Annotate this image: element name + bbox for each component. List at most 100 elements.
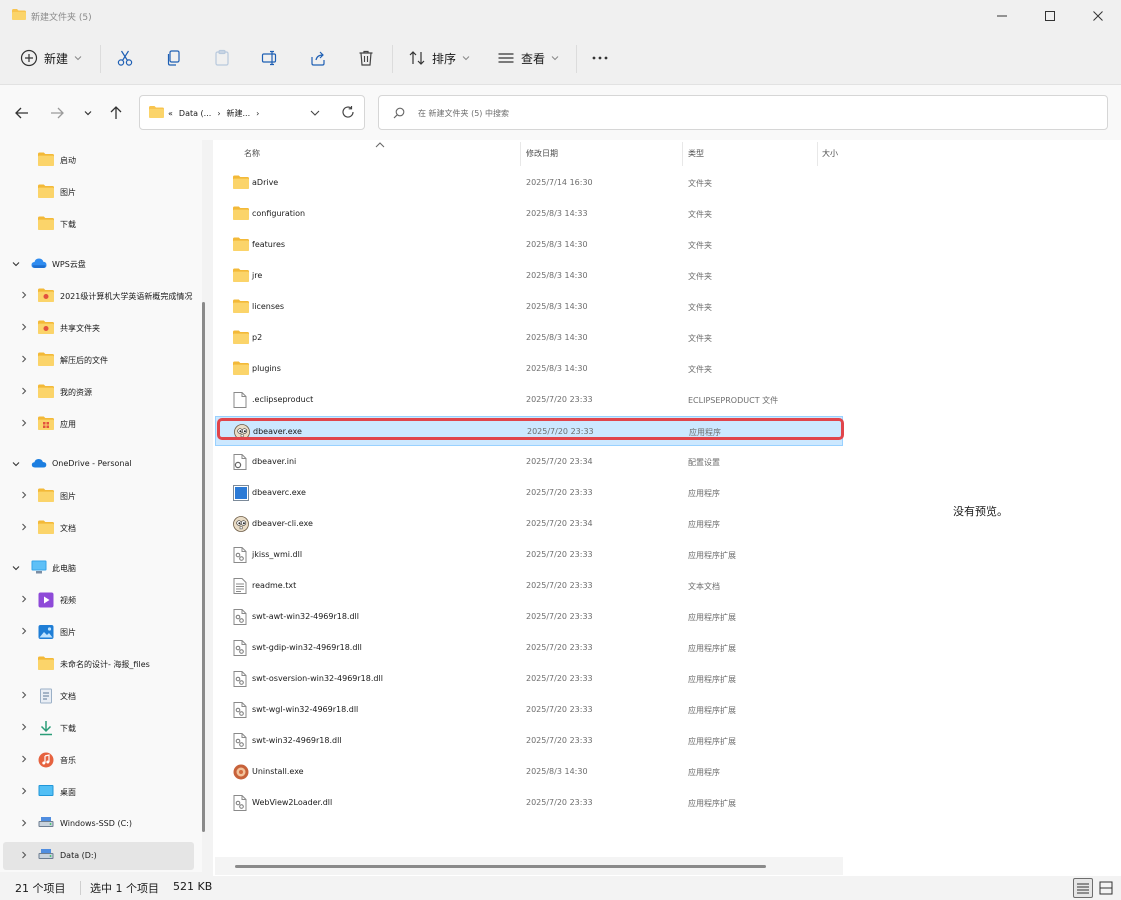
refresh-icon[interactable] (341, 105, 355, 119)
sidebar-item[interactable]: 文档 (3, 682, 194, 710)
file-row[interactable]: swt-awt-win32-4969r18.dll 2025/7/20 23:33… (215, 602, 843, 632)
back-button[interactable] (13, 104, 31, 122)
sidebar-item[interactable]: 图片 (3, 178, 194, 206)
file-row[interactable]: p2 2025/8/3 14:30 文件夹 (215, 323, 843, 353)
sort-button[interactable]: 排序 (408, 42, 470, 74)
chevron-right-icon[interactable] (19, 722, 29, 732)
chevron-right-icon[interactable] (19, 626, 29, 636)
file-row[interactable]: features 2025/8/3 14:30 文件夹 (215, 230, 843, 260)
file-row[interactable]: swt-wgl-win32-4969r18.dll 2025/7/20 23:33… (215, 695, 843, 725)
breadcrumb-overflow-icon[interactable]: « (168, 109, 173, 118)
chevron-right-icon[interactable] (19, 386, 29, 396)
sidebar-item[interactable]: 文档 (3, 514, 194, 542)
sidebar-item[interactable]: 下载 (3, 210, 194, 238)
chevron-right-icon[interactable] (19, 322, 29, 332)
breadcrumb-item[interactable]: 新建... (227, 109, 251, 118)
chevron-right-icon[interactable]: › (256, 109, 259, 118)
column-header-type[interactable]: 类型 (688, 148, 704, 159)
chevron-right-icon[interactable] (19, 490, 29, 500)
sidebar-item[interactable]: 下载 (3, 714, 194, 742)
file-row[interactable]: dbeaverc.exe 2025/7/20 23:33 应用程序 (215, 478, 843, 508)
chevron-right-icon[interactable] (19, 850, 29, 860)
file-row[interactable]: jkiss_wmi.dll 2025/7/20 23:33 应用程序扩展 (215, 540, 843, 570)
chevron-down-icon[interactable] (309, 107, 321, 119)
view-button[interactable]: 查看 (497, 42, 559, 74)
column-divider[interactable] (520, 142, 521, 166)
share-button[interactable] (309, 42, 327, 74)
sidebar-item[interactable]: 此电脑 (3, 554, 194, 582)
column-divider[interactable] (817, 142, 818, 166)
breadcrumb-item[interactable]: Data (... (179, 109, 211, 118)
sidebar-scrollbar[interactable] (202, 302, 205, 832)
chevron-down-icon[interactable] (11, 563, 21, 573)
search-box[interactable]: 在 新建文件夹 (5) 中搜索 (378, 95, 1108, 130)
chevron-down-icon[interactable] (11, 459, 21, 469)
up-button[interactable] (107, 104, 125, 122)
file-row[interactable]: readme.txt 2025/7/20 23:33 文本文档 (215, 571, 843, 601)
sidebar-item[interactable]: 图片 (3, 618, 194, 646)
file-row[interactable]: swt-gdip-win32-4969r18.dll 2025/7/20 23:3… (215, 633, 843, 663)
scrollbar-thumb[interactable] (235, 865, 766, 868)
file-row[interactable]: .eclipseproduct 2025/7/20 23:33 ECLIPSEPRO… (215, 385, 843, 415)
sidebar-item[interactable]: Windows-SSD (C:) (3, 810, 194, 838)
chevron-right-icon[interactable] (19, 290, 29, 300)
sidebar-item[interactable]: 桌面 (3, 778, 194, 806)
sidebar-item[interactable]: 启动 (3, 146, 194, 174)
chevron-right-icon[interactable] (19, 594, 29, 604)
new-button[interactable]: 新建 (20, 42, 82, 74)
copy-button[interactable] (165, 42, 183, 74)
sidebar-item[interactable]: WPS云盘 (3, 250, 194, 278)
column-divider[interactable] (682, 142, 683, 166)
file-row[interactable]: dbeaver.ini 2025/7/20 23:34 配置设置 (215, 447, 843, 477)
close-button[interactable] (1075, 0, 1121, 32)
file-row[interactable]: plugins 2025/8/3 14:30 文件夹 (215, 354, 843, 384)
column-header-name[interactable]: 名称 (244, 148, 260, 159)
chevron-right-icon[interactable] (19, 418, 29, 428)
sidebar-item[interactable]: 应用 (3, 410, 194, 438)
recent-locations-button[interactable] (79, 104, 97, 122)
file-type: 应用程序扩展 (688, 706, 736, 715)
cut-button[interactable] (116, 42, 134, 74)
sidebar-item[interactable]: OneDrive - Personal (3, 450, 194, 478)
file-row[interactable]: aDrive 2025/7/14 16:30 文件夹 (215, 168, 843, 198)
sidebar-item[interactable]: 未命名的设计- 海报_files (3, 650, 194, 678)
chevron-right-icon[interactable] (19, 786, 29, 796)
horizontal-scrollbar[interactable] (215, 857, 843, 875)
tiles-view-button[interactable] (1096, 878, 1116, 898)
file-row[interactable]: WebView2Loader.dll 2025/7/20 23:33 应用程序扩展 (215, 788, 843, 818)
file-name: swt-osversion-win32-4969r18.dll (252, 674, 383, 683)
chevron-right-icon[interactable] (19, 690, 29, 700)
sidebar-item[interactable]: 视频 (3, 586, 194, 614)
address-bar[interactable]: « Data (... › 新建... › (139, 95, 365, 130)
chevron-right-icon[interactable] (19, 818, 29, 828)
chevron-down-icon[interactable] (11, 259, 21, 269)
file-row[interactable]: swt-osversion-win32-4969r18.dll 2025/7/20… (215, 664, 843, 694)
details-view-button[interactable] (1073, 878, 1093, 898)
forward-button[interactable] (48, 104, 66, 122)
file-row[interactable]: jre 2025/8/3 14:30 文件夹 (215, 261, 843, 291)
rename-button[interactable] (261, 42, 279, 74)
column-header-size[interactable]: 大小 (822, 148, 838, 159)
column-header-date[interactable]: 修改日期 (526, 148, 558, 159)
file-row[interactable]: configuration 2025/8/3 14:33 文件夹 (215, 199, 843, 229)
sidebar-item[interactable]: 音乐 (3, 746, 194, 774)
file-row[interactable]: Uninstall.exe 2025/8/3 14:30 应用程序 (215, 757, 843, 787)
more-button[interactable] (591, 42, 609, 74)
chevron-right-icon[interactable] (19, 522, 29, 532)
file-row[interactable]: swt-win32-4969r18.dll 2025/7/20 23:33 应用程序… (215, 726, 843, 756)
chevron-right-icon[interactable]: › (217, 109, 220, 118)
sidebar-item[interactable]: 解压后的文件 (3, 346, 194, 374)
sidebar-item[interactable]: 2021级计算机大学英语新概完成情况 (3, 282, 194, 310)
delete-button[interactable] (357, 42, 375, 74)
chevron-right-icon[interactable] (19, 354, 29, 364)
maximize-button[interactable] (1027, 0, 1073, 32)
file-row[interactable]: licenses 2025/8/3 14:30 文件夹 (215, 292, 843, 322)
sidebar-item[interactable]: Data (D:) (3, 842, 194, 870)
minimize-button[interactable] (979, 0, 1025, 32)
sidebar-item[interactable]: 共享文件夹 (3, 314, 194, 342)
chevron-right-icon[interactable] (19, 754, 29, 764)
paste-button[interactable] (213, 42, 231, 74)
sidebar-item[interactable]: 我的资源 (3, 378, 194, 406)
file-row[interactable]: dbeaver-cli.exe 2025/7/20 23:34 应用程序 (215, 509, 843, 539)
sidebar-item[interactable]: 图片 (3, 482, 194, 510)
